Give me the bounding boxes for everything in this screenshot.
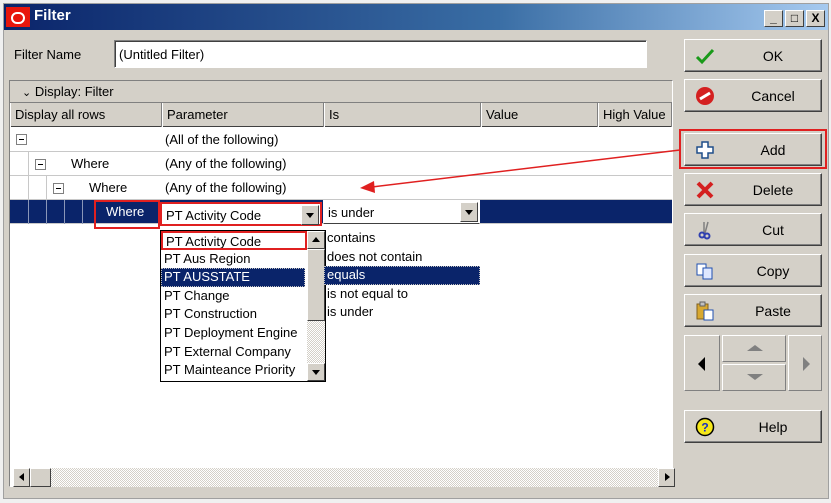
is-dropdown-arrow-icon[interactable]: [460, 202, 478, 222]
column-header-value[interactable]: Value: [481, 103, 598, 127]
parameter-dropdown-arrow-icon[interactable]: [301, 205, 319, 225]
dropdown-item-pt-change[interactable]: PT Change: [161, 287, 307, 306]
left-arrow-icon: [698, 357, 705, 371]
dropdown-item-pt-deployment-engine[interactable]: PT Deployment Engine: [161, 324, 307, 343]
move-up-button[interactable]: [722, 335, 786, 362]
move-right-button[interactable]: [788, 335, 822, 391]
row-label: Where: [71, 156, 110, 171]
close-button[interactable]: X: [806, 10, 825, 27]
scroll-right-arrow-icon[interactable]: [658, 468, 675, 487]
filter-name-input[interactable]: [114, 40, 647, 68]
delete-x-icon: [696, 181, 714, 199]
horizontal-scroll-thumb[interactable]: [30, 468, 51, 487]
parameter-dropdown-list[interactable]: PT Activity Code PT Aus Region PT AUSSTA…: [160, 230, 326, 382]
table-row[interactable]: Where (Any of the following): [10, 152, 672, 176]
chevron-down-icon: ⌄: [22, 87, 32, 99]
copy-icon: [696, 263, 713, 280]
where-cell[interactable]: Where: [94, 200, 160, 229]
filter-name-label: Filter Name: [14, 47, 82, 62]
title-bar: Filter _ □ X: [4, 4, 828, 30]
horizontal-scrollbar[interactable]: [13, 468, 675, 487]
copy-button[interactable]: Copy: [684, 254, 822, 287]
scroll-thumb[interactable]: [307, 249, 325, 321]
move-left-button[interactable]: [684, 335, 720, 391]
minimize-button[interactable]: _: [764, 10, 783, 27]
ok-button[interactable]: OK: [684, 39, 822, 72]
cancel-icon: [696, 87, 714, 105]
scissors-icon: [698, 221, 711, 240]
dropdown-item-pt-ausstate[interactable]: PT AUSSTATE: [161, 268, 305, 287]
collapse-icon[interactable]: [35, 159, 46, 170]
is-option-equals[interactable]: equals: [324, 266, 480, 285]
help-question-icon: ?: [695, 417, 715, 437]
row-parameter: (Any of the following): [165, 180, 287, 195]
cut-button[interactable]: Cut: [684, 213, 822, 246]
window-title: Filter: [34, 7, 71, 24]
table-row[interactable]: Where (Any of the following): [10, 176, 672, 200]
move-down-button[interactable]: [722, 364, 786, 391]
parameter-combo[interactable]: PT Activity Code: [160, 202, 322, 226]
dropdown-item-pt-activity-code[interactable]: PT Activity Code: [161, 231, 307, 250]
dropdown-item-pt-construction[interactable]: PT Construction: [161, 305, 307, 324]
column-header-is[interactable]: Is: [324, 103, 481, 127]
cancel-button[interactable]: Cancel: [684, 79, 822, 112]
scroll-up-arrow-icon[interactable]: [307, 231, 325, 249]
column-header-display-all-rows[interactable]: Display all rows: [10, 103, 162, 127]
table-row[interactable]: (All of the following): [10, 128, 672, 152]
display-filter-label: Display: Filter: [34, 84, 114, 99]
row-parameter: (All of the following): [165, 132, 279, 147]
add-button[interactable]: Add: [684, 133, 822, 166]
svg-text:?: ?: [701, 421, 708, 435]
paste-icon: [696, 301, 714, 321]
collapse-icon[interactable]: [16, 134, 27, 145]
display-filter-bar[interactable]: ⌄ Display: Filter: [10, 81, 672, 103]
is-option-does-not-contain[interactable]: does not contain: [324, 248, 480, 267]
is-combo-value: is under: [328, 205, 375, 220]
down-arrow-icon: [747, 374, 763, 380]
oracle-app-icon: [6, 7, 30, 27]
column-headers: Display all rows Parameter Is Value High…: [10, 103, 672, 127]
is-option-is-not-equal-to[interactable]: is not equal to: [324, 285, 480, 304]
move-navigation-pad: [684, 335, 822, 391]
is-combo[interactable]: is under: [323, 200, 480, 224]
paste-button[interactable]: Paste: [684, 294, 822, 327]
parameter-list-scrollbar[interactable]: [307, 231, 325, 381]
row-label: Where: [89, 180, 128, 195]
help-button[interactable]: ? Help: [684, 410, 822, 443]
is-option-is-under[interactable]: is under: [324, 303, 480, 322]
is-dropdown-list[interactable]: contains does not contain equals is not …: [324, 229, 480, 322]
maximize-button[interactable]: □: [785, 10, 804, 27]
parameter-combo-value: PT Activity Code: [166, 208, 262, 223]
delete-button[interactable]: Delete: [684, 173, 822, 206]
column-header-high-value[interactable]: High Value: [598, 103, 672, 127]
is-option-contains[interactable]: contains: [324, 229, 480, 248]
dropdown-item-pt-aus-region[interactable]: PT Aus Region: [161, 250, 307, 269]
scroll-down-arrow-icon[interactable]: [307, 363, 325, 381]
row-parameter: (Any of the following): [165, 156, 287, 171]
plus-icon: [696, 141, 714, 159]
column-header-parameter[interactable]: Parameter: [162, 103, 324, 127]
dropdown-item-pt-mainteance-priority[interactable]: PT Mainteance Priority: [161, 361, 307, 380]
dropdown-item-pt-external-company[interactable]: PT External Company: [161, 343, 307, 362]
up-arrow-icon: [747, 345, 763, 351]
collapse-icon[interactable]: [53, 183, 64, 194]
checkmark-icon: [695, 48, 715, 65]
scroll-left-arrow-icon[interactable]: [13, 468, 30, 487]
right-arrow-icon: [803, 357, 810, 371]
